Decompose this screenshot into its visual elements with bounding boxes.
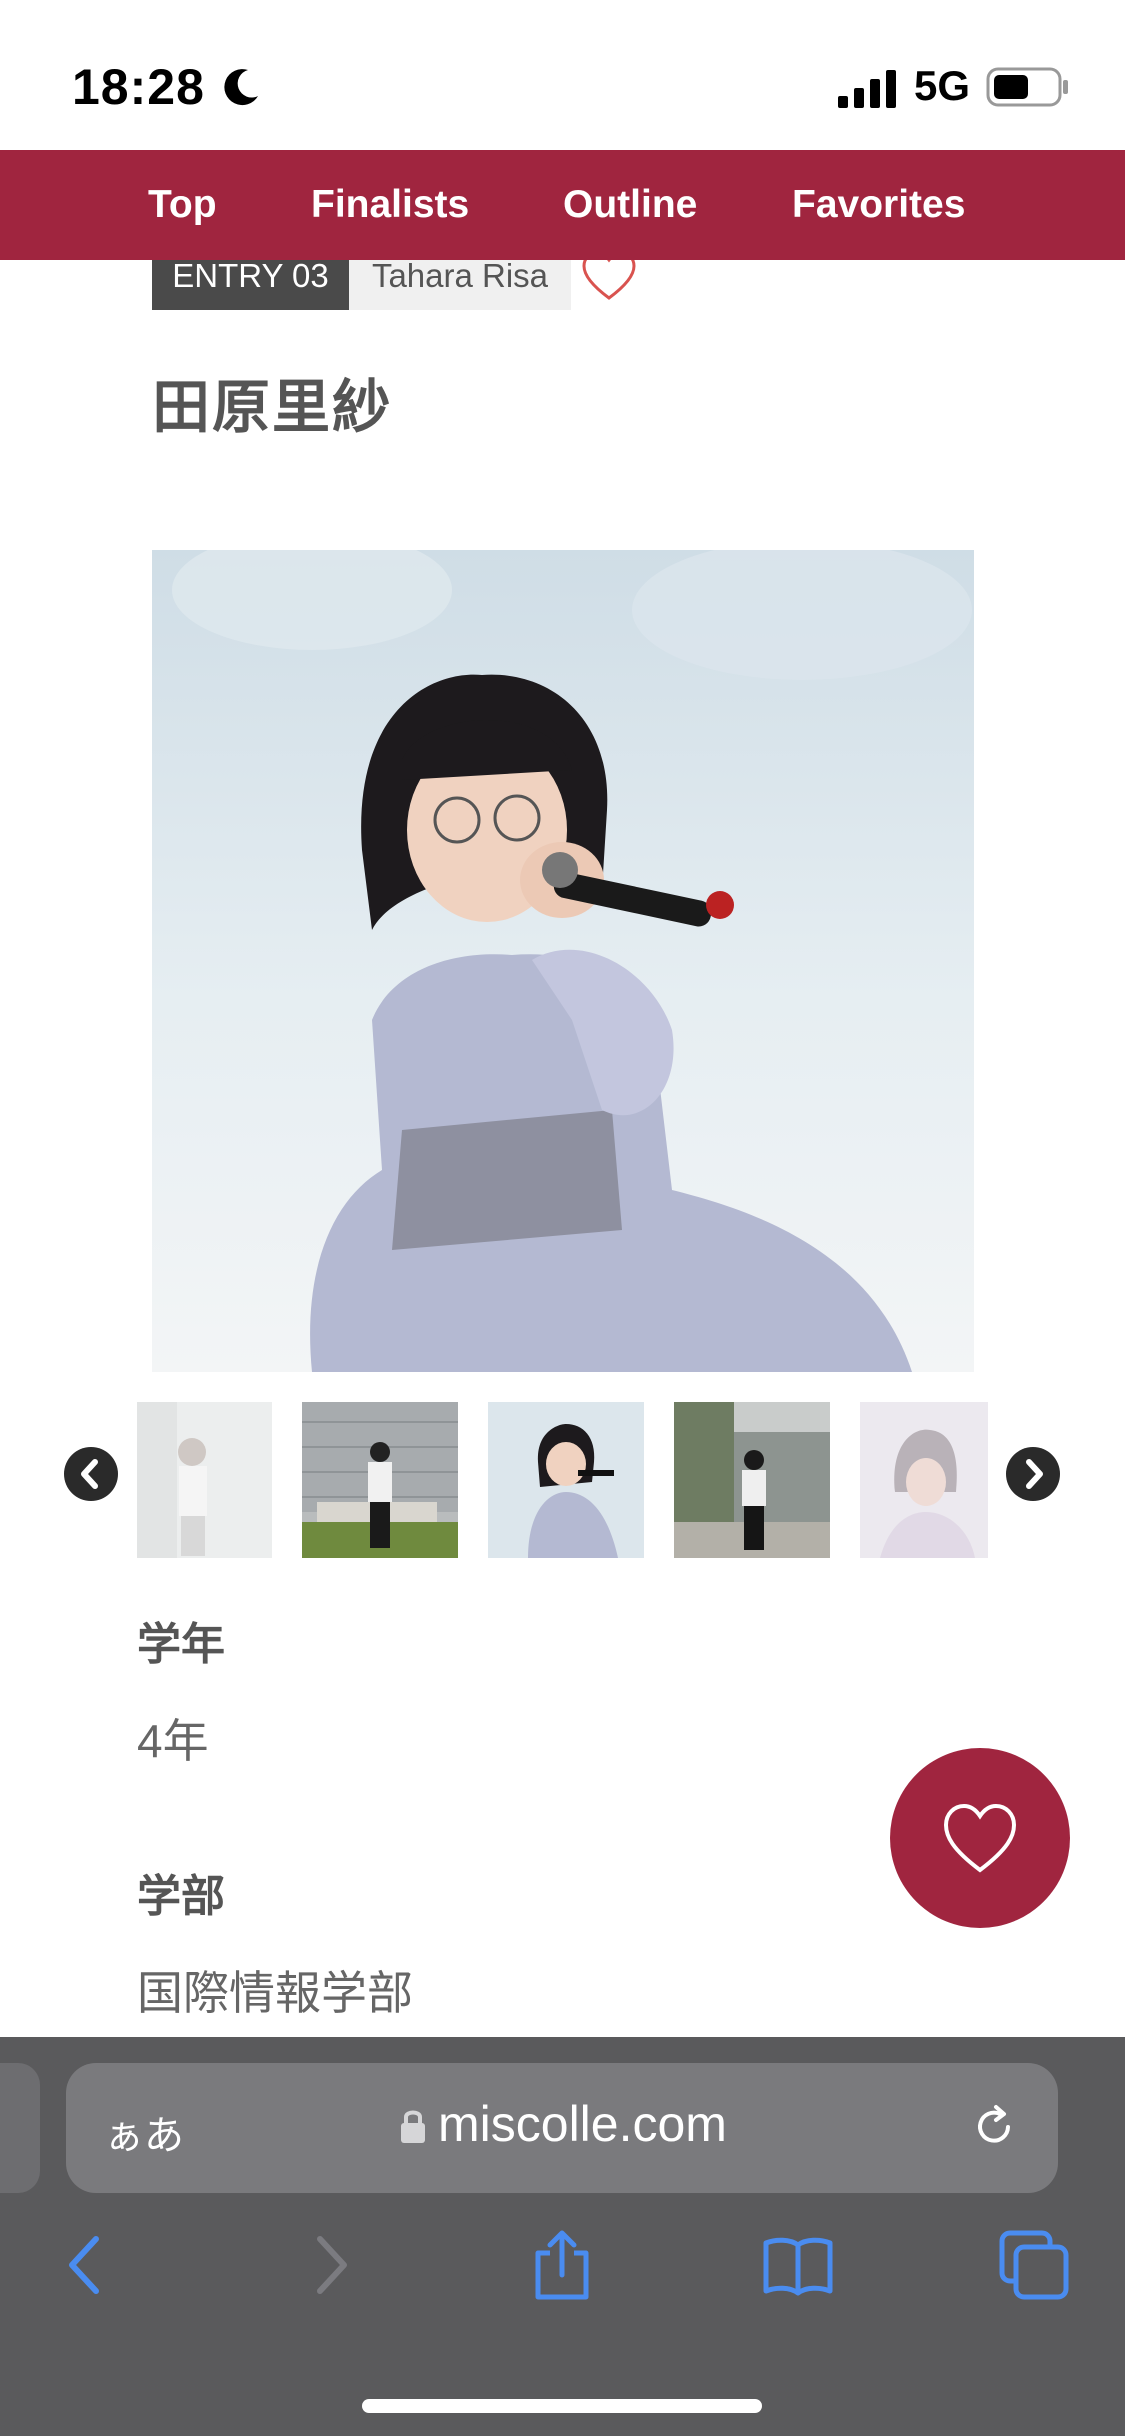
network-type: 5G	[914, 62, 971, 109]
thumbnail-2[interactable]	[302, 1402, 458, 1558]
thumbnail-1-image	[137, 1402, 272, 1558]
main-photo-image	[152, 550, 974, 1372]
field-label-year: 学年	[137, 1620, 225, 1669]
signal-icon	[838, 70, 896, 108]
tabs-icon[interactable]	[996, 2227, 1072, 2303]
text-size-button[interactable]: ぁあ	[104, 2103, 184, 2161]
favorite-fab-button[interactable]	[890, 1748, 1070, 1928]
field-value-faculty: 国際情報学部	[137, 1967, 413, 2019]
entry-romaji-text: Tahara Risa	[371, 257, 549, 294]
field-value-year: 4年	[137, 1715, 209, 1767]
carousel-prev-button[interactable]	[64, 1447, 118, 1501]
page-title: 田原里紗	[152, 375, 393, 440]
heart-outline-icon	[943, 1803, 1017, 1873]
chevron-right-icon	[1026, 1459, 1043, 1489]
nav-finalists[interactable]: Finalists	[311, 150, 469, 260]
bookmarks-icon[interactable]	[760, 2227, 836, 2303]
thumbnail-5[interactable]	[860, 1402, 988, 1558]
forward-icon[interactable]	[290, 2227, 366, 2303]
lock-icon	[401, 2110, 425, 2143]
chevron-left-icon	[81, 1459, 98, 1489]
nav-favorites[interactable]: Favorites	[792, 150, 965, 260]
thumbnail-5-image	[860, 1402, 988, 1558]
status-time: 18:28	[72, 59, 205, 115]
thumbnail-4-image	[674, 1402, 830, 1558]
status-bar: 18:28 5G	[0, 0, 1125, 150]
thumbnail-4[interactable]	[674, 1402, 830, 1558]
nav-outline[interactable]: Outline	[563, 150, 697, 260]
share-icon[interactable]	[524, 2227, 600, 2303]
carousel-next-button[interactable]	[1006, 1447, 1060, 1501]
thumbnail-1[interactable]	[137, 1402, 272, 1558]
url-text: miscolle.com	[438, 2096, 727, 2152]
previous-tab-edge[interactable]	[0, 2063, 40, 2193]
home-indicator	[362, 2399, 762, 2413]
field-label-faculty: 学部	[137, 1872, 225, 1921]
back-icon[interactable]	[50, 2227, 126, 2303]
battery-icon	[986, 67, 1068, 107]
thumbnail-3[interactable]	[488, 1402, 644, 1558]
address-bar[interactable]: ぁあ miscolle.com	[66, 2063, 1058, 2193]
site-nav: Top Finalists Outline Favorites	[0, 150, 1125, 260]
browser-toolbar: ぁあ miscolle.com	[0, 2037, 1125, 2436]
nav-top[interactable]: Top	[148, 150, 217, 260]
entry-number: ENTRY 03	[172, 257, 329, 294]
main-photo	[152, 550, 974, 1372]
thumbnail-2-image	[302, 1402, 458, 1558]
thumbnail-3-image	[488, 1402, 644, 1558]
moon-icon	[224, 69, 258, 106]
reload-icon[interactable]	[966, 2099, 1022, 2155]
